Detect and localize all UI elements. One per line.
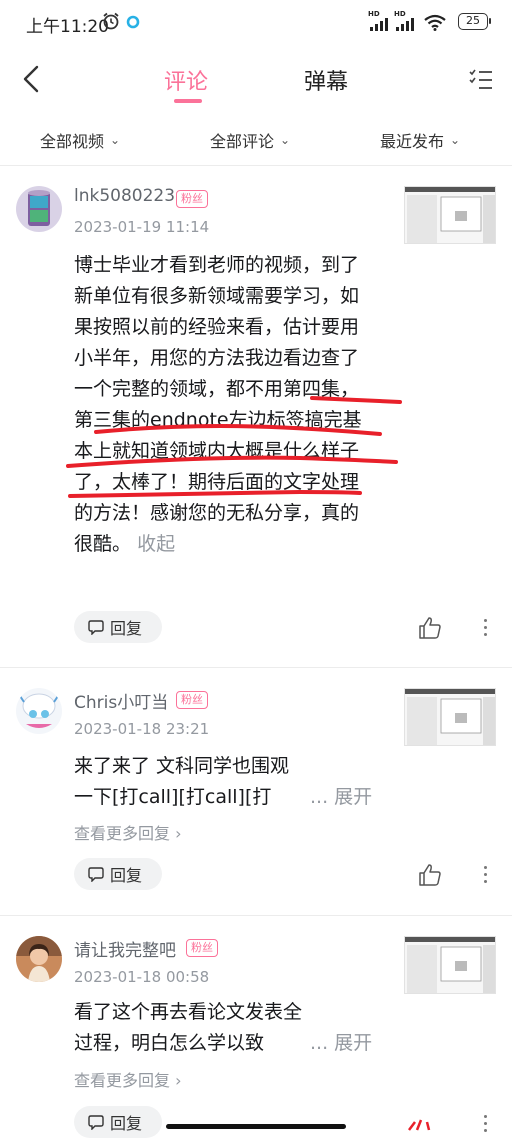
- avatar[interactable]: [16, 936, 62, 982]
- avatar[interactable]: [16, 688, 62, 734]
- speech-bubble-icon: [88, 620, 104, 635]
- status-bar: 上午11:20 HD HD 25: [0, 0, 512, 46]
- video-thumbnail[interactable]: [404, 688, 496, 746]
- divider: [0, 667, 512, 668]
- thumbs-up-icon[interactable]: [418, 616, 442, 640]
- collapse-link[interactable]: 收起: [131, 533, 175, 555]
- comment-text-content: 博士毕业才看到老师的视频，到了新单位有很多新领域需要学习，如果按照以前的经验来看…: [74, 254, 362, 555]
- reply-label: 回复: [110, 866, 143, 885]
- chevron-down-icon: ⌄: [450, 133, 461, 147]
- top-nav: 评论 弹幕: [0, 50, 512, 110]
- battery-indicator: 25: [458, 13, 491, 30]
- chevron-right-icon: ›: [175, 1071, 182, 1090]
- more-replies-label: 查看更多回复: [74, 1071, 171, 1090]
- divider: [0, 915, 512, 916]
- comment-text: 来了来了 文科同学也围观一下[打call][打call][打: [74, 755, 290, 808]
- reply-button[interactable]: 回复: [74, 1106, 162, 1138]
- chevron-down-icon: ⌄: [280, 133, 291, 147]
- divider: [0, 165, 512, 166]
- chevron-right-icon: ›: [175, 824, 182, 843]
- reply-label: 回复: [110, 1114, 143, 1133]
- signal-icon-2: [396, 18, 414, 31]
- tab-comments[interactable]: 评论: [164, 64, 208, 96]
- more-replies-link[interactable]: 查看更多回复 ›: [74, 1067, 182, 1091]
- expand-link[interactable]: ... 展开: [310, 1028, 372, 1055]
- video-thumbnail[interactable]: [404, 186, 496, 244]
- comment-date: 2023-01-18 00:58: [74, 968, 210, 986]
- video-thumbnail[interactable]: [404, 936, 496, 994]
- thumbs-up-icon[interactable]: [418, 863, 442, 887]
- speech-bubble-icon: [88, 1115, 104, 1130]
- username[interactable]: Chris小叮当: [74, 688, 168, 713]
- fan-badge: 粉丝: [186, 939, 218, 957]
- more-options-icon[interactable]: [480, 616, 490, 640]
- status-indicators: HD HD 25: [368, 10, 491, 32]
- home-indicator[interactable]: [166, 1124, 346, 1129]
- comment-date: 2023-01-19 11:14: [74, 218, 210, 236]
- wifi-icon: [424, 14, 446, 31]
- comment-text: 看了这个再去看论文发表全过程，明白怎么学以致: [74, 1001, 303, 1054]
- liked-icon[interactable]: [405, 1112, 445, 1132]
- more-options-icon[interactable]: [480, 863, 490, 887]
- more-options-icon[interactable]: [480, 1112, 490, 1136]
- fan-badge: 粉丝: [176, 691, 208, 709]
- filter-label: 全部评论: [210, 132, 275, 151]
- app-notification-icon: [126, 15, 140, 29]
- comment-text: 博士毕业才看到老师的视频，到了新单位有很多新领域需要学习，如果按照以前的经验来看…: [74, 250, 372, 560]
- filter-all-comments[interactable]: 全部评论 ⌄: [210, 128, 290, 152]
- filter-all-videos[interactable]: 全部视频 ⌄: [40, 128, 120, 152]
- username[interactable]: lnk5080223: [74, 186, 175, 206]
- speech-bubble-icon: [88, 867, 104, 882]
- more-replies-label: 查看更多回复: [74, 824, 171, 843]
- username[interactable]: 请让我完整吧: [74, 936, 176, 961]
- tab-danmaku[interactable]: 弹幕: [304, 64, 348, 96]
- filter-label: 最近发布: [380, 132, 445, 151]
- back-icon[interactable]: [18, 64, 48, 94]
- avatar[interactable]: [16, 186, 62, 232]
- reply-button[interactable]: 回复: [74, 611, 162, 643]
- fan-badge: 粉丝: [176, 190, 208, 208]
- signal-icon-1: [370, 18, 388, 31]
- comment-date: 2023-01-18 23:21: [74, 720, 210, 738]
- filter-label: 全部视频: [40, 132, 105, 151]
- alarm-icon: [103, 12, 119, 30]
- more-replies-link[interactable]: 查看更多回复 ›: [74, 820, 182, 844]
- filter-bar: 全部视频 ⌄ 全部评论 ⌄ 最近发布 ⌄: [0, 122, 512, 156]
- chevron-down-icon: ⌄: [110, 133, 121, 147]
- filter-sort-recent[interactable]: 最近发布 ⌄: [380, 128, 460, 152]
- list-settings-icon[interactable]: [468, 68, 494, 92]
- reply-button[interactable]: 回复: [74, 858, 162, 890]
- status-time: 上午11:20: [26, 17, 109, 37]
- reply-label: 回复: [110, 619, 143, 638]
- tab-active-indicator: [174, 99, 202, 103]
- expand-link[interactable]: ... 展开: [310, 782, 372, 809]
- collapse-label: 收起: [137, 533, 176, 555]
